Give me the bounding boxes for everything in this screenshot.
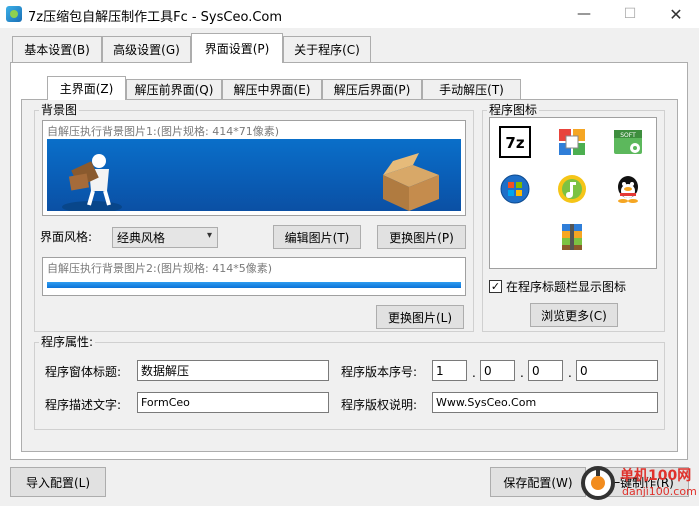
- import-config-button[interactable]: 导入配置(L): [10, 467, 106, 497]
- office-icon[interactable]: [556, 126, 588, 158]
- edit-image-button[interactable]: 编辑图片(T): [273, 225, 361, 249]
- title-bar: 7z压缩包自解压制作工具Fc - SysCeo.Com — ☐ ✕: [0, 0, 699, 28]
- background-group-label: 背景图: [39, 103, 80, 117]
- site-watermark: 单机100网 danji100.com: [580, 463, 697, 503]
- save-config-button[interactable]: 保存配置(W): [490, 467, 586, 497]
- version-label: 程序版本序号:: [341, 365, 418, 379]
- style-label: 界面风格:: [40, 230, 93, 244]
- subtab-during-extract[interactable]: 解压中界面(E): [222, 79, 322, 99]
- tab-about[interactable]: 关于程序(C): [283, 36, 371, 62]
- close-button[interactable]: ✕: [653, 0, 699, 28]
- show-in-titlebar-checkbox[interactable]: ✓: [489, 280, 502, 293]
- window-title-label: 程序窗体标题:: [45, 365, 122, 379]
- app-icon: [6, 6, 22, 22]
- watermark-site-name: 单机100网: [620, 468, 692, 484]
- program-icon-group-label: 程序图标: [487, 103, 540, 117]
- properties-group-label: 程序属性:: [39, 335, 96, 349]
- background-image-2: 自解压执行背景图片2:(图片规格: 414*5像素): [42, 257, 466, 296]
- tab-basic-settings[interactable]: 基本设置(B): [12, 36, 102, 62]
- tab-advanced-settings[interactable]: 高级设置(G): [102, 36, 191, 62]
- properties-group: [34, 342, 665, 430]
- 7z-icon-text: 7z: [505, 134, 524, 152]
- 7z-icon[interactable]: 7z: [499, 126, 531, 158]
- version-build-input[interactable]: 0: [528, 360, 563, 381]
- window-title-input[interactable]: 数据解压: [137, 360, 329, 381]
- description-input[interactable]: FormCeo: [137, 392, 329, 413]
- subtab-after-extract[interactable]: 解压后界面(P): [322, 79, 422, 99]
- version-major-input[interactable]: 1: [432, 360, 467, 381]
- banner-preview: [47, 139, 461, 211]
- watermark-site-url: danji100.com: [622, 485, 697, 498]
- image1-caption: 自解压执行背景图片1:(图片规格: 414*71像素): [47, 125, 279, 138]
- icon-gallery: 7z SOFT: [489, 117, 657, 269]
- version-minor-input[interactable]: 0: [480, 360, 515, 381]
- subtab-main-interface[interactable]: 主界面(Z): [47, 76, 126, 100]
- subtab-manual-extract[interactable]: 手动解压(T): [422, 79, 521, 99]
- change-image-button-1[interactable]: 更换图片(P): [377, 225, 466, 249]
- copyright-input[interactable]: Www.SysCeo.Com: [432, 392, 658, 413]
- version-separator: .: [568, 366, 572, 380]
- version-revision-input[interactable]: 0: [576, 360, 658, 381]
- windows-orb-icon[interactable]: [499, 173, 531, 205]
- background-image-1: 自解压执行背景图片1:(图片规格: 414*71像素): [42, 120, 466, 216]
- soft-icon-text: SOFT: [620, 132, 636, 139]
- subtab-before-extract[interactable]: 解压前界面(Q): [126, 79, 222, 99]
- soft-setup-icon[interactable]: SOFT: [612, 126, 644, 158]
- version-separator: .: [472, 366, 476, 380]
- maximize-button[interactable]: ☐: [607, 0, 653, 28]
- image2-caption: 自解压执行背景图片2:(图片规格: 414*5像素): [47, 262, 272, 275]
- change-image-button-2[interactable]: 更换图片(L): [376, 305, 464, 329]
- green-disc-icon[interactable]: [556, 173, 588, 205]
- style-combo-value: 经典风格: [117, 231, 166, 245]
- version-separator: .: [520, 366, 524, 380]
- copyright-label: 程序版权说明:: [341, 398, 418, 412]
- show-in-titlebar-label: 在程序标题栏显示图标: [506, 280, 627, 294]
- banner-art: [62, 153, 439, 211]
- winrar-archive-icon[interactable]: [556, 220, 588, 252]
- description-label: 程序描述文字:: [45, 398, 122, 412]
- watermark-logo-icon: [581, 466, 615, 500]
- qq-penguin-icon[interactable]: [612, 173, 644, 205]
- tab-interface-settings[interactable]: 界面设置(P): [191, 33, 283, 63]
- style-combo[interactable]: 经典风格 ▾: [112, 227, 218, 248]
- progress-strip-preview: [47, 282, 461, 288]
- minimize-button[interactable]: —: [561, 0, 607, 28]
- browse-more-button[interactable]: 浏览更多(C): [530, 303, 618, 327]
- chevron-down-icon: ▾: [206, 230, 212, 241]
- window-title: 7z压缩包自解压制作工具Fc - SysCeo.Com: [28, 10, 283, 25]
